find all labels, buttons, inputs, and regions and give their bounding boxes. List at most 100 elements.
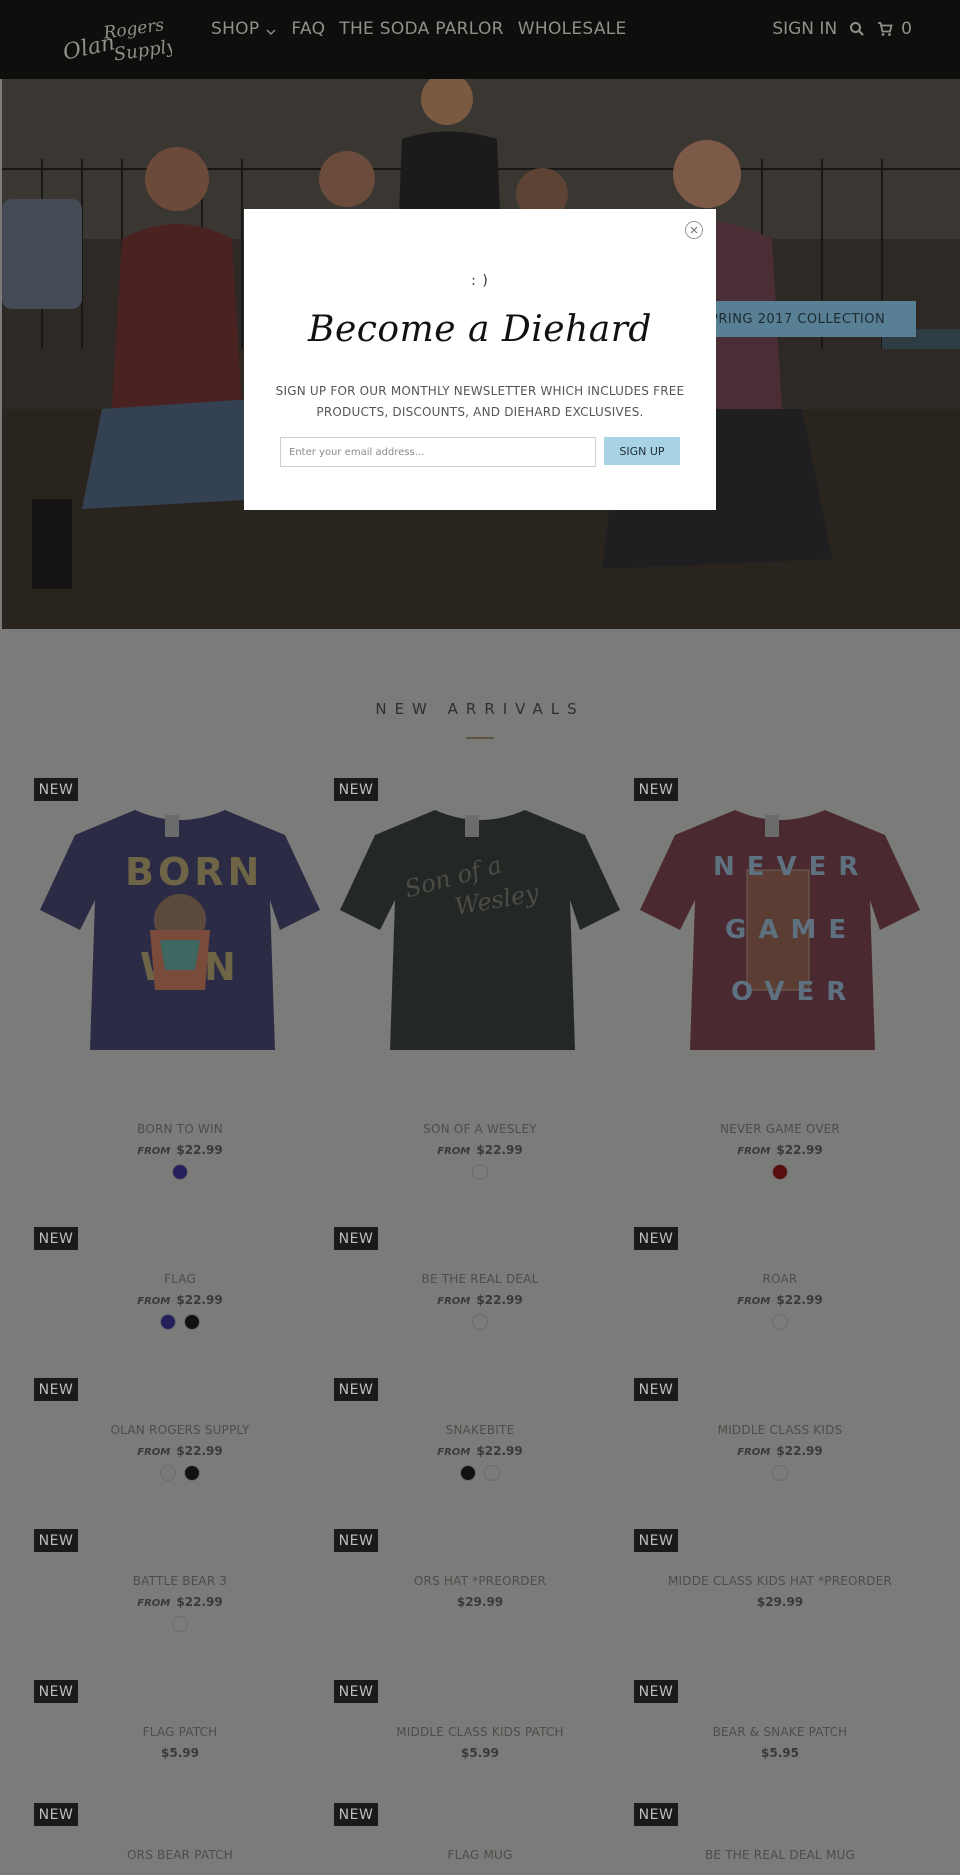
product-price: FROM $22.99 [630,1143,930,1157]
color-swatches [330,1164,630,1180]
new-badge: NEW [34,1227,78,1250]
product-name[interactable]: SNAKEBITE [330,1423,630,1437]
product-price: FROM $22.99 [330,1143,630,1157]
product-name[interactable]: FLAG MUG [330,1848,630,1862]
new-badge: NEW [34,1680,78,1703]
color-swatches [330,1465,630,1481]
product-price: $5.99 [30,1746,330,1760]
price-from-label: FROM [437,1146,471,1157]
price-value: $22.99 [776,1143,823,1157]
sign-in-link[interactable]: SIGN IN [772,19,837,39]
nav-wholesale-label: WHOLESALE [517,19,627,39]
color-swatch[interactable] [460,1465,476,1481]
color-swatch[interactable] [484,1465,500,1481]
nav-faq[interactable]: FAQ [291,19,325,39]
nav-soda-parlor[interactable]: THE SODA PARLOR [339,19,503,39]
product-name[interactable]: MIDDLE CLASS KIDS PATCH [330,1725,630,1739]
color-swatch[interactable] [160,1314,176,1330]
cart-link[interactable]: 0 [877,19,912,39]
product-name[interactable]: SON OF A WESLEY [330,1122,630,1136]
color-swatch[interactable] [184,1465,200,1481]
color-swatches [30,1465,330,1481]
svg-text:BORN: BORN [125,850,263,894]
product-name[interactable]: ORS HAT *PREORDER [330,1574,630,1588]
new-badge: NEW [634,1803,678,1826]
chevron-down-icon [265,23,277,35]
color-swatch[interactable] [772,1314,788,1330]
color-swatch[interactable] [184,1314,200,1330]
price-value: $22.99 [176,1143,223,1157]
signup-button[interactable]: SIGN UP [604,437,680,465]
price-value: $29.99 [456,1595,504,1609]
price-value: $22.99 [176,1444,223,1458]
product-price: FROM $22.99 [630,1293,930,1307]
product-name[interactable]: FLAG [30,1272,330,1286]
price-value: $22.99 [476,1293,523,1307]
color-swatch[interactable] [772,1164,788,1180]
section-title: NEW ARRIVALS [375,700,585,718]
new-badge: NEW [334,1803,378,1826]
product-price: FROM $22.99 [30,1595,330,1609]
price-from-label: FROM [737,1146,771,1157]
product-name[interactable]: OLAN ROGERS SUPPLY [30,1423,330,1437]
nav-shop-label: SHOP [211,19,260,39]
price-from-label: FROM [137,1146,171,1157]
new-badge: NEW [334,778,378,801]
price-from-label: FROM [137,1598,171,1609]
search-icon[interactable] [849,21,865,37]
color-swatch[interactable] [772,1465,788,1481]
price-value: $5.99 [461,1746,499,1760]
new-badge: NEW [334,1529,378,1552]
account-nav: SIGN IN 0 [772,19,912,39]
product-price: FROM $22.99 [330,1444,630,1458]
modal-close-button[interactable] [685,221,703,239]
product-image-son-of-a-wesley[interactable]: Son of a Wesley [335,800,625,1050]
product-price: $5.95 [630,1746,930,1760]
hero-collection-button[interactable]: PRING 2017 COLLECTION [690,301,916,337]
color-swatch[interactable] [172,1616,188,1632]
new-badge: NEW [634,1378,678,1401]
color-swatches [30,1314,330,1330]
new-badge: NEW [334,1680,378,1703]
product-name[interactable]: BEAR & SNAKE PATCH [630,1725,930,1739]
email-input[interactable] [280,437,596,467]
svg-text:NEVER: NEVER [713,852,870,882]
modal-description: SIGN UP FOR OUR MONTHLY NEWSLETTER WHICH… [275,384,685,419]
product-name[interactable]: MIDDLE CLASS KIDS [630,1423,930,1437]
product-image-never-game-over[interactable]: NEVER GAME OVER [635,800,925,1050]
price-value: $29.99 [756,1595,804,1609]
site-logo[interactable]: Olan Rogers Supply [61,14,179,68]
product-name[interactable]: BE THE REAL DEAL MUG [630,1848,930,1862]
nav-wholesale[interactable]: WHOLESALE [518,19,627,39]
product-name[interactable]: NEVER GAME OVER [630,1122,930,1136]
newsletter-modal: : ) Become a Diehard SIGN UP FOR OUR MON… [244,209,716,510]
price-from-label: FROM [137,1296,171,1307]
new-badge: NEW [634,1227,678,1250]
new-badge: NEW [34,778,78,801]
product-name[interactable]: MIDDE CLASS KIDS HAT *PREORDER [630,1574,930,1588]
color-swatch[interactable] [172,1164,188,1180]
product-image-born-to-win[interactable]: BORN WIN [35,800,325,1050]
new-badge: NEW [34,1803,78,1826]
color-swatches [30,1616,330,1632]
modal-smile: : ) [471,273,489,289]
color-swatch[interactable] [472,1314,488,1330]
color-swatch[interactable] [472,1164,488,1180]
color-swatches [630,1314,930,1330]
product-name[interactable]: FLAG PATCH [30,1725,330,1739]
product-price: FROM $22.99 [30,1143,330,1157]
price-value: $5.95 [761,1746,799,1760]
product-price: $5.99 [330,1746,630,1760]
price-value: $22.99 [476,1143,523,1157]
new-badge: NEW [634,778,678,801]
product-name[interactable]: BE THE REAL DEAL [330,1272,630,1286]
product-name[interactable]: ORS BEAR PATCH [30,1848,330,1862]
color-swatch[interactable] [160,1465,176,1481]
product-name[interactable]: ROAR [630,1272,930,1286]
nav-shop[interactable]: SHOP [211,19,277,39]
color-swatches [30,1164,330,1180]
product-name[interactable]: BATTLE BEAR 3 [30,1574,330,1588]
color-swatches [330,1314,630,1330]
section-divider [466,737,494,739]
product-name[interactable]: BORN TO WIN [30,1122,330,1136]
